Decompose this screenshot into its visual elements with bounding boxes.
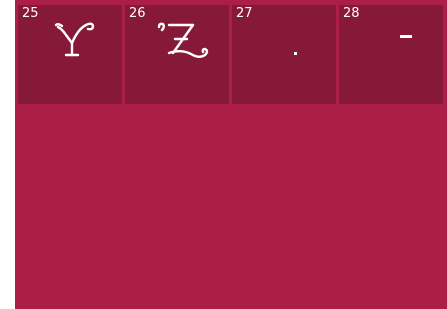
stitch-tile-26[interactable]: 26 <box>125 5 229 104</box>
dash-icon <box>400 35 412 38</box>
period-icon <box>294 52 297 55</box>
stitch-grid: 25 26 27 28 <box>18 5 444 105</box>
stitch-tile-25[interactable]: 25 <box>18 5 122 104</box>
embroidery-screen: 25 26 27 28 <box>15 0 447 309</box>
stitch-tile-27[interactable]: 27 <box>232 5 336 104</box>
ornate-letter-y-icon <box>54 22 95 57</box>
stitch-tile-28[interactable]: 28 <box>339 5 443 104</box>
ornate-letter-z-icon <box>157 22 209 58</box>
